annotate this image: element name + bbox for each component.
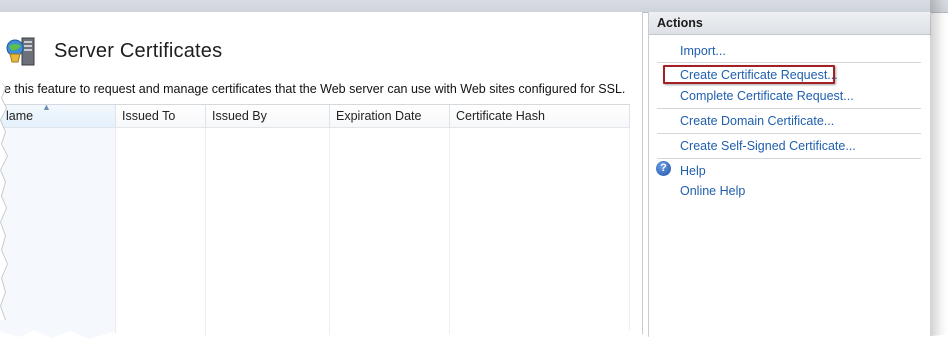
sort-ascending-icon: ▲	[42, 102, 51, 112]
actions-separator	[657, 62, 921, 63]
complete-certificate-request-link[interactable]: Complete Certificate Request...	[680, 89, 854, 103]
online-help-link[interactable]: Online Help	[680, 184, 745, 198]
help-icon[interactable]: ?	[656, 161, 671, 176]
page-header: Server Certificates	[6, 34, 222, 68]
create-domain-certificate-link[interactable]: Create Domain Certificate...	[680, 114, 834, 128]
column-header-issued-by[interactable]: Issued By	[206, 105, 330, 127]
create-self-signed-certificate-link[interactable]: Create Self-Signed Certificate...	[680, 139, 856, 153]
column-header-certificate-hash[interactable]: Certificate Hash	[450, 105, 630, 127]
page-title: Server Certificates	[54, 39, 223, 62]
column-header-issued-by-label: Issued By	[212, 109, 267, 123]
column-header-expiration-date-label: Expiration Date	[336, 109, 422, 123]
actions-separator	[657, 108, 921, 109]
torn-bottom-edge	[0, 330, 948, 355]
column-header-issued-to-label: Issued To	[122, 109, 176, 123]
column-header-issued-to[interactable]: Issued To	[116, 105, 206, 127]
main-panel: Server Certificates e this feature to re…	[0, 12, 643, 355]
grid-header-row: ▲ lame Issued To Issued By Expiration Da…	[0, 102, 630, 128]
import-link[interactable]: Import...	[680, 44, 726, 58]
help-link[interactable]: Help	[680, 164, 706, 178]
actions-heading: Actions	[649, 12, 931, 35]
actions-separator	[657, 158, 921, 159]
screenshot-canvas: Server Certificates e this feature to re…	[0, 0, 948, 355]
create-certificate-request-link[interactable]: Create Certificate Request...	[680, 68, 838, 82]
column-header-name[interactable]: ▲ lame	[0, 102, 116, 127]
feature-description: e this feature to request and manage cer…	[4, 82, 626, 96]
server-certificate-icon	[6, 34, 40, 68]
torn-left-edge	[0, 80, 8, 320]
column-header-certificate-hash-label: Certificate Hash	[456, 109, 545, 123]
column-header-expiration-date[interactable]: Expiration Date	[330, 105, 450, 127]
actions-panel: Actions Import... Create Certificate Req…	[648, 12, 931, 355]
right-edge-shadow	[930, 0, 948, 355]
actions-separator	[657, 133, 921, 134]
